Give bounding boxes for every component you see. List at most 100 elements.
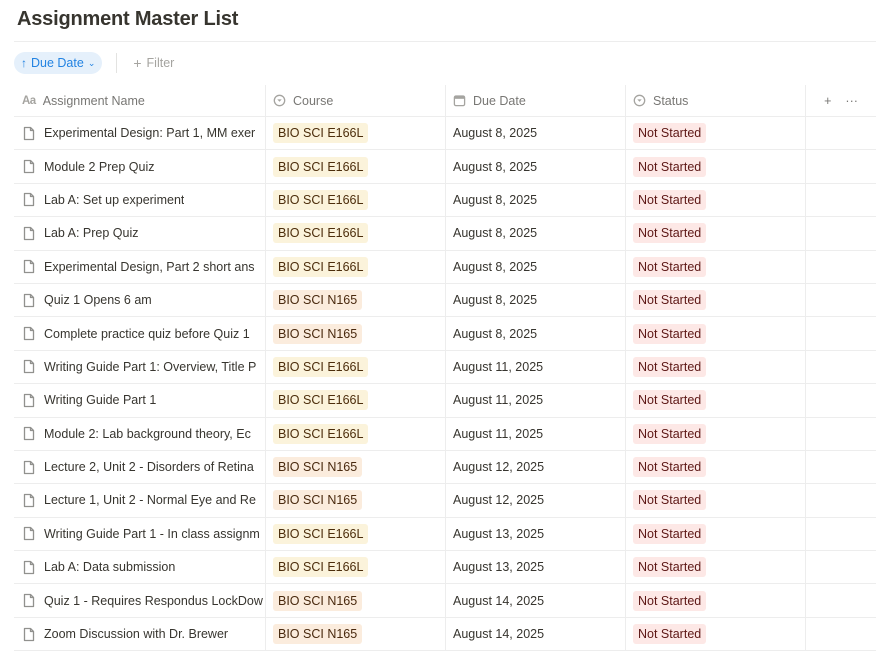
due-date: August 8, 2025 (453, 259, 538, 274)
status-cell[interactable]: Not Started (626, 617, 806, 651)
table-row[interactable]: Experimental Design: Part 1, MM exer BIO… (14, 117, 876, 151)
status-cell[interactable]: Not Started (626, 217, 806, 250)
table-row[interactable]: Module 2 Prep Quiz BIO SCI E166L August … (14, 150, 876, 184)
column-header-course[interactable]: Course (266, 85, 446, 116)
status-cell[interactable]: Not Started (626, 384, 806, 417)
assignment-name-cell[interactable]: Lab A: Data submission (14, 551, 266, 584)
column-header-name[interactable]: Aa Assignment Name (14, 85, 266, 116)
course-cell[interactable]: BIO SCI E166L (266, 183, 446, 217)
add-property-icon[interactable]: + (824, 94, 831, 108)
table-row[interactable]: Lab A: Data submission BIO SCI E166L Aug… (14, 551, 876, 585)
status-cell[interactable]: Not Started (626, 317, 806, 350)
assignment-name-cell[interactable]: Lab A: Set up experiment (14, 183, 266, 217)
status-cell[interactable]: Not Started (626, 551, 806, 584)
due-date-cell[interactable]: August 13, 2025 (446, 551, 626, 584)
table-row[interactable]: Writing Guide Part 1 BIO SCI E166L Augus… (14, 384, 876, 418)
status-cell[interactable]: Not Started (626, 183, 806, 217)
course-cell[interactable]: BIO SCI E166L (266, 350, 446, 384)
status-cell[interactable]: Not Started (626, 417, 806, 450)
course-cell[interactable]: BIO SCI N165 (266, 484, 446, 517)
course-cell[interactable]: BIO SCI E166L (266, 551, 446, 584)
table-row[interactable]: Quiz 1 - Requires Respondus LockDow BIO … (14, 584, 876, 618)
course-cell[interactable]: BIO SCI N165 (266, 283, 446, 317)
due-date-cell[interactable]: August 8, 2025 (446, 150, 626, 183)
status-cell[interactable]: Not Started (626, 350, 806, 384)
due-date-cell[interactable]: August 8, 2025 (446, 217, 626, 250)
assignment-name-cell[interactable]: Experimental Design: Part 1, MM exer (14, 117, 266, 150)
table-row[interactable]: Writing Guide Part 1 - In class assignm … (14, 517, 876, 552)
course-cell[interactable]: BIO SCI E166L (266, 250, 446, 283)
due-date: August 12, 2025 (453, 460, 545, 475)
due-date: August 8, 2025 (453, 326, 538, 341)
assignment-name-cell[interactable]: Lecture 1, Unit 2 - Normal Eye and Re (14, 484, 266, 517)
column-header-status[interactable]: Status (626, 85, 806, 116)
table-row[interactable]: Quiz 1 Opens 6 am BIO SCI N165 August 8,… (14, 283, 876, 318)
assignment-name-cell[interactable]: Zoom Discussion with Dr. Brewer (14, 617, 266, 651)
page-icon (22, 526, 36, 541)
course-cell[interactable]: BIO SCI N165 (266, 317, 446, 350)
assignment-name-cell[interactable]: Quiz 1 - Requires Respondus LockDow (14, 584, 266, 617)
table-row[interactable]: Experimental Design, Part 2 short ans BI… (14, 250, 876, 284)
assignment-name-cell[interactable]: Complete practice quiz before Quiz 1 (14, 317, 266, 350)
assignment-name-cell[interactable]: Experimental Design, Part 2 short ans (14, 250, 266, 283)
empty-cell (806, 184, 876, 216)
due-date-cell[interactable]: August 13, 2025 (446, 517, 626, 551)
due-date-cell[interactable]: August 12, 2025 (446, 450, 626, 484)
course-cell[interactable]: BIO SCI E166L (266, 417, 446, 450)
assignment-name-cell[interactable]: Writing Guide Part 1 (14, 384, 266, 417)
due-date-cell[interactable]: August 8, 2025 (446, 317, 626, 350)
due-date-cell[interactable]: August 8, 2025 (446, 183, 626, 217)
status-cell[interactable]: Not Started (626, 283, 806, 317)
course-cell[interactable]: BIO SCI E166L (266, 384, 446, 417)
page-icon (22, 159, 36, 174)
status-cell[interactable]: Not Started (626, 517, 806, 551)
sort-chip[interactable]: ↑ Due Date ⌄ (14, 52, 103, 74)
status-cell[interactable]: Not Started (626, 150, 806, 183)
table-row[interactable]: Module 2: Lab background theory, Ec BIO … (14, 417, 876, 451)
due-date-cell[interactable]: August 12, 2025 (446, 484, 626, 517)
assignment-name-cell[interactable]: Lab A: Prep Quiz (14, 217, 266, 250)
due-date-cell[interactable]: August 8, 2025 (446, 250, 626, 283)
filter-button[interactable]: + Filter (133, 55, 174, 71)
table-row[interactable]: Complete practice quiz before Quiz 1 BIO… (14, 317, 876, 351)
table-row[interactable]: Lecture 1, Unit 2 - Normal Eye and Re BI… (14, 484, 876, 518)
due-date-cell[interactable]: August 14, 2025 (446, 617, 626, 651)
due-date-cell[interactable]: August 11, 2025 (446, 384, 626, 417)
course-cell[interactable]: BIO SCI N165 (266, 584, 446, 617)
status-cell[interactable]: Not Started (626, 117, 806, 150)
table-row[interactable]: Writing Guide Part 1: Overview, Title P … (14, 350, 876, 385)
status-cell[interactable]: Not Started (626, 450, 806, 484)
status-cell[interactable]: Not Started (626, 584, 806, 617)
due-date-cell[interactable]: August 11, 2025 (446, 350, 626, 384)
column-header-due-date[interactable]: Due Date (446, 85, 626, 116)
status-cell[interactable]: Not Started (626, 250, 806, 283)
assignment-name-cell[interactable]: Quiz 1 Opens 6 am (14, 283, 266, 317)
course-cell[interactable]: BIO SCI N165 (266, 450, 446, 484)
table-row[interactable]: Lecture 2, Unit 2 - Disorders of Retina … (14, 450, 876, 485)
course-tag: BIO SCI E166L (273, 557, 369, 578)
assignment-name: Zoom Discussion with Dr. Brewer (44, 627, 229, 642)
assignment-name-cell[interactable]: Writing Guide Part 1: Overview, Title P (14, 350, 266, 384)
header-actions: + ··· (806, 85, 876, 116)
status-badge: Not Started (633, 490, 707, 511)
due-date-cell[interactable]: August 11, 2025 (446, 417, 626, 450)
due-date-cell[interactable]: August 8, 2025 (446, 117, 626, 150)
due-date-cell[interactable]: August 14, 2025 (446, 584, 626, 617)
assignment-name-cell[interactable]: Module 2 Prep Quiz (14, 150, 266, 183)
assignment-name-cell[interactable]: Writing Guide Part 1 - In class assignm (14, 517, 266, 551)
due-date-cell[interactable]: August 8, 2025 (446, 283, 626, 317)
course-cell[interactable]: BIO SCI N165 (266, 617, 446, 651)
assignment-name-cell[interactable]: Lecture 2, Unit 2 - Disorders of Retina (14, 450, 266, 484)
assignment-name-cell[interactable]: Module 2: Lab background theory, Ec (14, 417, 266, 450)
course-cell[interactable]: BIO SCI E166L (266, 517, 446, 551)
due-date: August 13, 2025 (453, 560, 545, 575)
table-body: Experimental Design: Part 1, MM exer BIO… (14, 117, 876, 652)
more-options-icon[interactable]: ··· (845, 94, 858, 108)
status-cell[interactable]: Not Started (626, 484, 806, 517)
course-cell[interactable]: BIO SCI E166L (266, 150, 446, 183)
course-cell[interactable]: BIO SCI E166L (266, 117, 446, 150)
course-cell[interactable]: BIO SCI E166L (266, 217, 446, 250)
table-row[interactable]: Lab A: Prep Quiz BIO SCI E166L August 8,… (14, 217, 876, 251)
table-row[interactable]: Zoom Discussion with Dr. Brewer BIO SCI … (14, 617, 876, 652)
table-row[interactable]: Lab A: Set up experiment BIO SCI E166L A… (14, 183, 876, 218)
